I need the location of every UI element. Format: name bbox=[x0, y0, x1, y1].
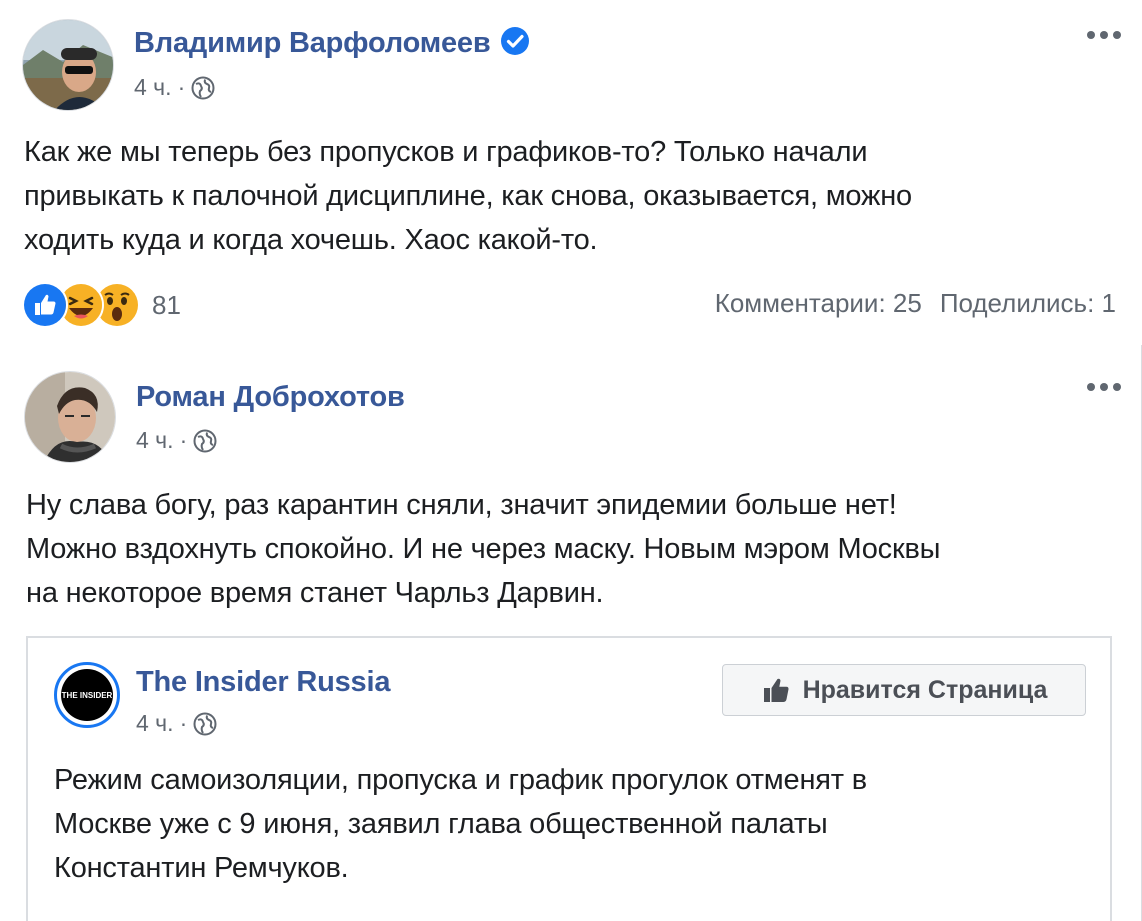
page-avatar[interactable]: THE INSIDER bbox=[54, 662, 120, 728]
avatar[interactable] bbox=[22, 19, 114, 111]
like-reaction-icon[interactable] bbox=[22, 282, 68, 328]
shared-post-meta: 4 ч. · bbox=[136, 710, 217, 737]
like-page-label: Нравится Страница bbox=[802, 675, 1048, 704]
post-text-line: на некоторое время станет Чарльз Дарвин. bbox=[26, 577, 604, 609]
post-text-line: Как же мы теперь без пропусков и графико… bbox=[24, 136, 868, 168]
shared-post-text: Режим самоизоляции, пропуска и график пр… bbox=[54, 758, 867, 890]
post-text: Ну слава богу, раз карантин сняли, значи… bbox=[26, 483, 941, 615]
author-name[interactable]: Роман Доброхотов bbox=[136, 381, 405, 414]
comments-count-link[interactable]: Комментарии: 25 bbox=[715, 288, 922, 319]
author-name[interactable]: Владимир Варфоломеев bbox=[134, 26, 530, 60]
post-text-line: Москве уже с 9 июня, заявил глава общест… bbox=[54, 808, 828, 840]
post-meta: 4 ч. · bbox=[134, 74, 215, 101]
meta-separator: · bbox=[179, 427, 188, 453]
post-text: Как же мы теперь без пропусков и графико… bbox=[24, 130, 912, 262]
shared-post-card[interactable]: THE INSIDER The Insider Russia 4 ч. · Нр… bbox=[26, 636, 1112, 921]
thumbs-up-icon bbox=[763, 678, 789, 702]
reaction-count[interactable]: 81 bbox=[152, 290, 181, 321]
post-meta: 4 ч. · bbox=[136, 427, 217, 454]
page-avatar-text: THE INSIDER bbox=[61, 690, 113, 700]
post-text-line: Режим самоизоляции, пропуска и график пр… bbox=[54, 764, 867, 796]
post-time[interactable]: 4 ч. bbox=[136, 427, 174, 454]
post-text-line: Ну слава богу, раз карантин сняли, значи… bbox=[26, 489, 897, 521]
post-text-line: привыкать к палочной дисциплине, как сно… bbox=[24, 180, 912, 212]
shared-author-name[interactable]: The Insider Russia bbox=[136, 666, 390, 699]
globe-icon[interactable] bbox=[191, 76, 215, 100]
post-varfolomeev: Владимир Варфоломеев 4 ч. · Как же мы те… bbox=[0, 0, 1142, 345]
post-time[interactable]: 4 ч. bbox=[134, 74, 172, 101]
avatar[interactable] bbox=[24, 371, 116, 463]
post-text-line: ходить куда и когда хочешь. Хаос какой-т… bbox=[24, 224, 598, 256]
reactions-bar[interactable]: 81 bbox=[22, 282, 181, 328]
meta-separator: · bbox=[177, 74, 186, 100]
post-text-line: Можно вздохнуть спокойно. И не через мас… bbox=[26, 533, 941, 565]
shares-count-link[interactable]: Поделились: 1 bbox=[940, 288, 1116, 319]
post-time[interactable]: 4 ч. bbox=[136, 710, 174, 737]
verified-badge-icon bbox=[501, 27, 530, 55]
post-text-line: Константин Ремчуков. bbox=[54, 852, 349, 884]
like-page-button[interactable]: Нравится Страница bbox=[722, 664, 1086, 716]
globe-icon[interactable] bbox=[193, 429, 217, 453]
globe-icon[interactable] bbox=[193, 712, 217, 736]
meta-separator: · bbox=[179, 710, 188, 736]
post-dobrokhotov: Роман Доброхотов 4 ч. · Ну слава богу, р… bbox=[0, 345, 1142, 921]
facebook-feed: Владимир Варфоломеев 4 ч. · Как же мы те… bbox=[0, 0, 1142, 921]
more-options-icon[interactable] bbox=[1084, 379, 1124, 395]
more-options-icon[interactable] bbox=[1084, 27, 1124, 43]
engagement-counts: Комментарии: 25 Поделились: 1 bbox=[715, 288, 1116, 319]
